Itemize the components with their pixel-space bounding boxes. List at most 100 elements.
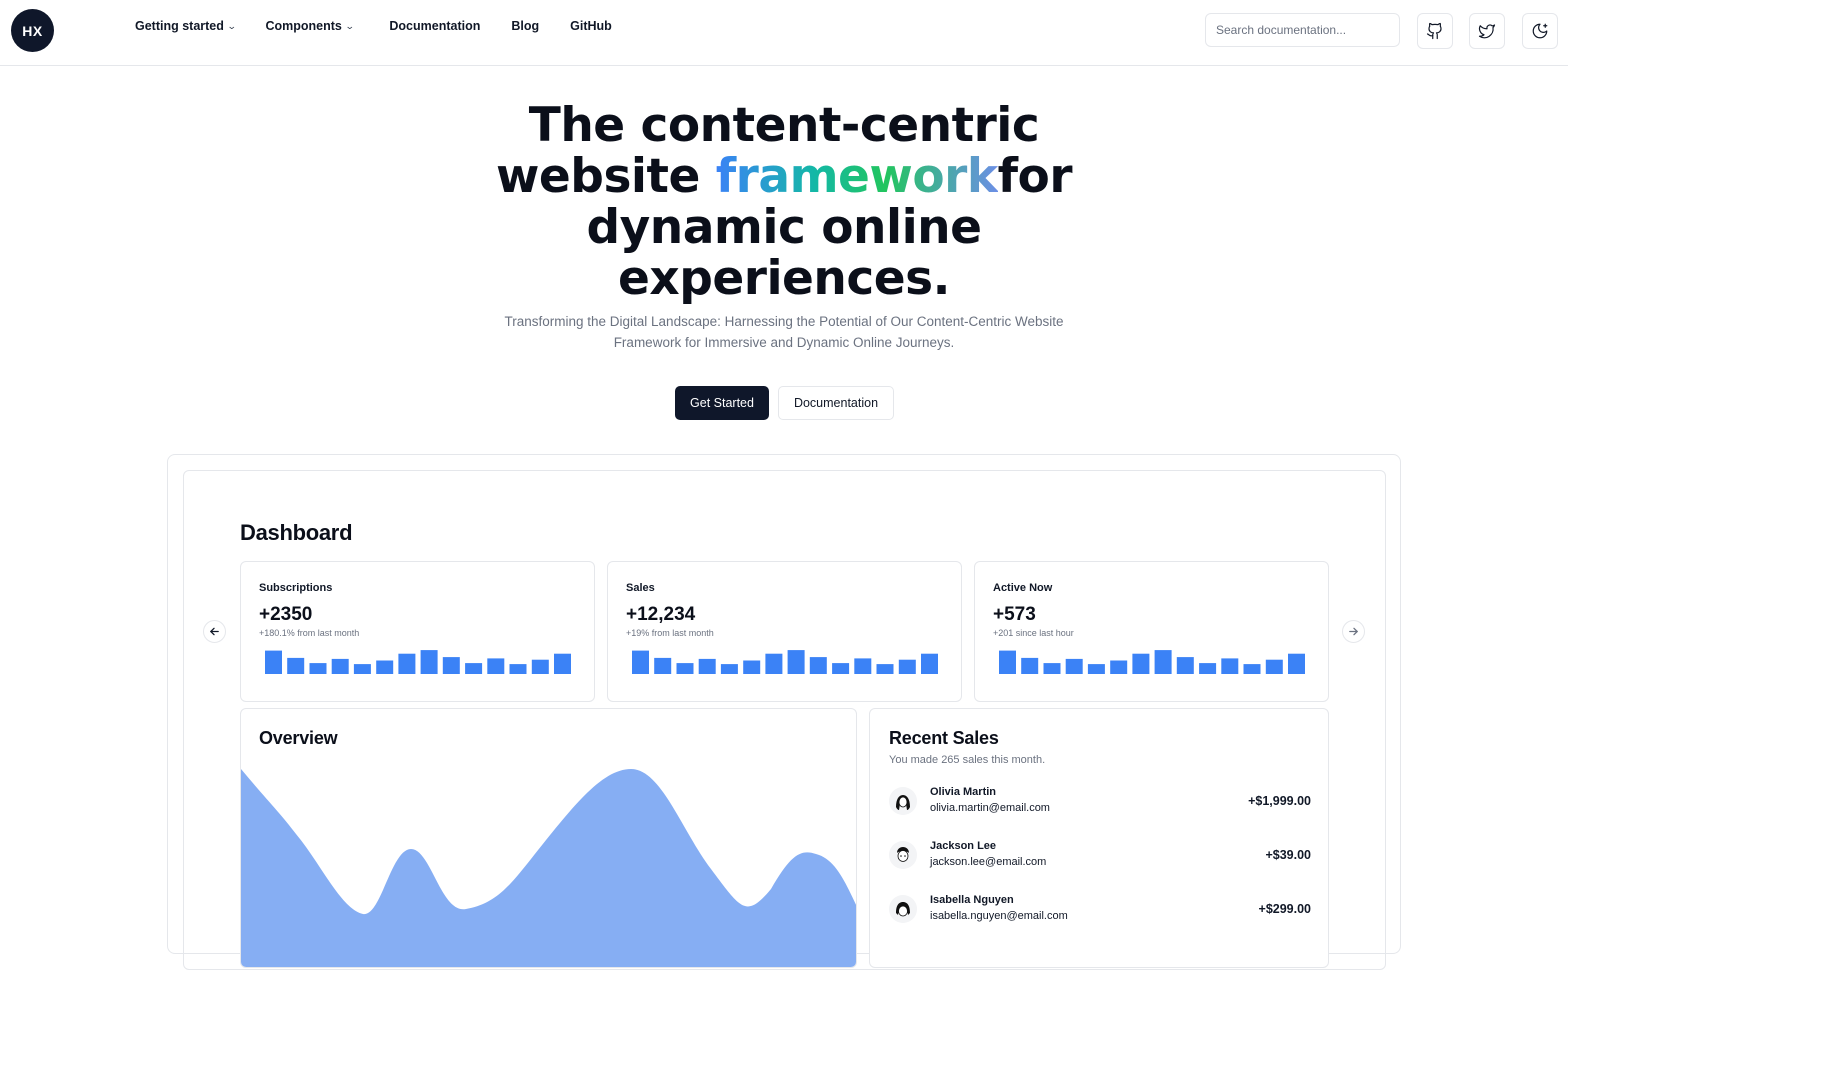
twitter-icon bbox=[1478, 24, 1496, 39]
sale-amount: +$299.00 bbox=[1258, 902, 1311, 916]
nav-blog[interactable]: Blog bbox=[511, 19, 539, 33]
stat-bar bbox=[509, 664, 527, 674]
stat-bar-chart bbox=[999, 650, 1305, 674]
hero-title-line2-post: for bbox=[997, 149, 1073, 204]
recent-sales-subtitle: You made 265 sales this month. bbox=[889, 754, 1046, 766]
stat-bar bbox=[854, 658, 872, 674]
stat-bar bbox=[720, 664, 738, 674]
theme-toggle-icon bbox=[1532, 23, 1548, 39]
main-nav: Getting started ⌄ Components ⌄ Documenta… bbox=[135, 19, 612, 33]
nav-github[interactable]: GitHub bbox=[570, 19, 612, 33]
stat-bar bbox=[1221, 658, 1239, 674]
sale-name: Jackson Lee bbox=[930, 840, 997, 852]
site-header: HX Getting started ⌄ Components ⌄ Docume… bbox=[0, 0, 1568, 66]
stat-bar bbox=[1199, 663, 1217, 674]
overview-area bbox=[241, 769, 856, 967]
chevron-down-icon: ⌄ bbox=[344, 20, 355, 31]
stat-bar bbox=[743, 660, 761, 674]
stat-bar-chart bbox=[632, 650, 938, 674]
documentation-button[interactable]: Documentation bbox=[778, 386, 894, 420]
chevron-down-icon: ⌄ bbox=[226, 20, 237, 31]
stat-bar bbox=[309, 663, 327, 674]
github-button[interactable] bbox=[1417, 13, 1453, 49]
stat-value: +573 bbox=[993, 604, 1036, 625]
logo[interactable]: HX bbox=[11, 9, 54, 52]
stat-label: Subscriptions bbox=[259, 582, 333, 594]
arrow-left-icon bbox=[210, 627, 219, 636]
stat-label: Sales bbox=[626, 582, 655, 594]
stat-bar bbox=[1243, 664, 1261, 674]
hero-subtitle-line1: Transforming the Digital Landscape: Harn… bbox=[504, 314, 1064, 329]
stat-value: +12,234 bbox=[626, 604, 696, 625]
stat-bar bbox=[1087, 664, 1105, 674]
overview-title: Overview bbox=[259, 728, 338, 748]
arrow-right-icon bbox=[1349, 627, 1358, 636]
stat-bar bbox=[1065, 658, 1083, 674]
nav-label: Documentation bbox=[389, 19, 481, 33]
nav-label: Components bbox=[265, 19, 342, 33]
hero-title: The content-centric website frameworkfor… bbox=[384, 100, 1184, 304]
stat-card-subscriptions: Subscriptions +2350 +180.1% from last mo… bbox=[240, 561, 595, 702]
nav-label: Blog bbox=[511, 19, 540, 33]
stat-bar bbox=[353, 664, 371, 674]
stat-bar bbox=[898, 659, 916, 674]
stat-bar bbox=[420, 650, 438, 674]
stat-bar bbox=[876, 664, 894, 674]
sale-email: jackson.lee@email.com bbox=[930, 856, 1047, 868]
hero-subtitle-line2: Framework for Immersive and Dynamic Onli… bbox=[613, 334, 955, 350]
stat-bar bbox=[487, 658, 505, 674]
stat-bar bbox=[765, 653, 783, 674]
stat-bar bbox=[531, 659, 549, 674]
stat-bar bbox=[832, 663, 850, 674]
stat-bar bbox=[1154, 650, 1172, 674]
nav-getting-started[interactable]: Getting started ⌄ bbox=[135, 19, 237, 33]
avatar-illustration-icon bbox=[889, 895, 917, 923]
nav-components[interactable]: Components ⌄ bbox=[265, 19, 355, 33]
search-input[interactable] bbox=[1205, 13, 1400, 47]
sale-amount: +$39.00 bbox=[1265, 848, 1311, 862]
stat-bar-chart bbox=[265, 650, 571, 674]
stat-bar bbox=[442, 657, 460, 674]
hero-title-line4: experiences. bbox=[618, 251, 950, 306]
stat-bar bbox=[1176, 657, 1194, 674]
stat-bar bbox=[331, 658, 349, 674]
stat-card-active-now: Active Now +573 +201 since last hour bbox=[974, 561, 1329, 702]
stat-bar bbox=[376, 660, 394, 674]
sale-row: Isabella Nguyen isabella.nguyen@email.co… bbox=[889, 892, 1311, 926]
stat-bar bbox=[676, 663, 694, 674]
hero-title-line1: The content-centric bbox=[528, 98, 1040, 153]
avatar bbox=[889, 895, 917, 923]
hero-title-line3: dynamic online bbox=[586, 200, 982, 255]
avatar bbox=[889, 787, 917, 815]
stat-bar bbox=[698, 658, 716, 674]
sale-name: Olivia Martin bbox=[930, 786, 997, 798]
avatar-illustration-icon bbox=[889, 787, 917, 815]
dashboard-title: Dashboard bbox=[240, 520, 353, 545]
theme-toggle-button[interactable] bbox=[1522, 13, 1558, 49]
nav-documentation[interactable]: Documentation bbox=[389, 19, 480, 33]
sale-email: olivia.martin@email.com bbox=[930, 802, 1050, 814]
recent-sales-title: Recent Sales bbox=[889, 728, 999, 748]
carousel-next-button[interactable] bbox=[1342, 620, 1365, 643]
stat-card-sales: Sales +12,234 +19% from last month bbox=[607, 561, 962, 702]
overview-card: Overview bbox=[240, 708, 857, 968]
stat-delta: +19% from last month bbox=[626, 628, 714, 638]
stat-bar bbox=[465, 663, 483, 674]
stat-label: Active Now bbox=[993, 582, 1053, 594]
stat-bar bbox=[1021, 657, 1039, 674]
stat-bar bbox=[1288, 653, 1305, 674]
recent-sales-card: Recent Sales You made 265 sales this mon… bbox=[869, 708, 1329, 968]
nav-label: Getting started bbox=[135, 19, 224, 33]
sale-row: Jackson Lee jackson.lee@email.com +$39.0… bbox=[889, 838, 1311, 872]
stat-bar bbox=[265, 650, 282, 674]
stat-bar bbox=[787, 650, 805, 674]
stat-delta: +180.1% from last month bbox=[259, 628, 360, 638]
twitter-button[interactable] bbox=[1469, 13, 1505, 49]
stat-value: +2350 bbox=[259, 604, 313, 625]
stat-bar bbox=[999, 650, 1016, 674]
hero-title-highlight: framework bbox=[715, 149, 998, 204]
stat-bar bbox=[398, 653, 416, 674]
get-started-button[interactable]: Get Started bbox=[675, 386, 769, 420]
hero-subtitle: Transforming the Digital Landscape: Harn… bbox=[484, 312, 1084, 353]
carousel-prev-button[interactable] bbox=[203, 620, 226, 643]
